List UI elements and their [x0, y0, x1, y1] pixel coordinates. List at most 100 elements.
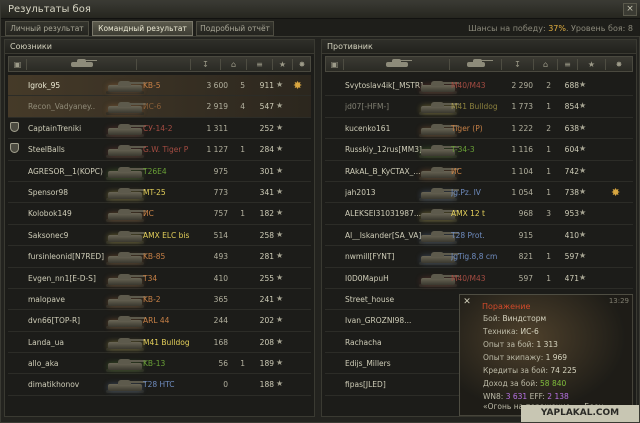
medal-icon: ✸: [611, 185, 621, 199]
table-row[interactable]: nwmill[FYNT] JgTig.8,8 cm 821 1 597 ★: [325, 246, 633, 268]
table-row[interactable]: Al__Iskander[SA_VA] T28 Prot. 915 410 ★: [325, 225, 633, 247]
player-name: fipas[JLED]: [345, 380, 386, 390]
platoon-icon: [10, 121, 20, 134]
damage-value: 168: [213, 337, 228, 347]
tank-name: G.W. Tiger P: [143, 145, 189, 155]
table-row[interactable]: Svytoslav4ik[_MSTR] M40/M43 2 290 2 688 ★: [325, 75, 633, 97]
sort-medal[interactable]: ✸: [293, 59, 311, 70]
damage-value: 56: [218, 359, 228, 369]
sort-platoon[interactable]: ▣: [326, 59, 344, 70]
xp-value: 410: [564, 230, 579, 240]
star-icon: ★: [579, 80, 587, 89]
xp-value: 953: [564, 209, 579, 219]
xp-value: 597: [564, 252, 579, 262]
table-row[interactable]: AGRESOR__1(KOPC) T26E4 975 301 ★: [8, 161, 311, 182]
sort-tank-name[interactable]: [450, 59, 502, 70]
table-row[interactable]: Kolobok149 ИС 757 1 182 ★: [8, 203, 311, 225]
allies-list: Igrok_95 KB-5 3 600 5 911 ★ ✸ Recon_Vadyaney.. И…: [8, 75, 311, 396]
sort-star[interactable]: ★: [273, 59, 293, 70]
table-row[interactable]: Spensor98 MT-25 773 341 ★: [8, 182, 311, 204]
star-icon: ★: [579, 272, 587, 282]
table-row[interactable]: I0D0MapuH M40/M43 597 1 471 ★: [325, 268, 633, 289]
enemies-title: Противник: [322, 40, 636, 54]
star-icon: ★: [276, 336, 284, 346]
tank-name: AMX ELC bis: [143, 230, 190, 240]
medal-icon: ✸: [298, 60, 306, 69]
tooltip-line: Опыт за бой: 1 313: [483, 340, 558, 349]
star-icon: ★: [579, 251, 587, 261]
sort-kills[interactable]: ⌂: [534, 59, 558, 70]
kills-value: 1: [240, 145, 245, 155]
sort-platoon[interactable]: ▣: [9, 59, 27, 70]
sort-medal[interactable]: ✸: [606, 59, 632, 70]
sort-star[interactable]: ★: [578, 59, 606, 70]
sort-tank[interactable]: [27, 59, 137, 70]
table-row[interactable]: Russkiy_12rus[MM3] T-34-3 1 116 1 604 ★: [325, 139, 633, 161]
table-row[interactable]: malopave KB-2 365 241 ★: [8, 289, 311, 311]
damage-value: 757: [213, 209, 228, 219]
table-row[interactable]: dimatikhonov T28 HTC 0 188 ★: [8, 374, 311, 396]
close-button[interactable]: ×: [623, 3, 637, 16]
damage-value: 915: [518, 230, 533, 240]
allies-column-header: ▣ ↧ ⌂ ≡ ★ ✸: [8, 56, 311, 72]
xp-value: 341: [259, 187, 274, 197]
table-row[interactable]: CaptainTreniki СУ-14-2 1 311 252 ★: [8, 118, 311, 140]
sort-tank-name[interactable]: [137, 59, 191, 70]
sort-kills[interactable]: ⌂: [221, 59, 247, 70]
kills-value: 1: [546, 145, 551, 155]
tab-detailed-report[interactable]: Подробный отчёт: [196, 21, 274, 36]
table-row[interactable]: fursinleonid[N7RED] KB-85 493 281 ★: [8, 246, 311, 268]
sort-damage[interactable]: ↧: [502, 59, 534, 70]
damage-value: 821: [518, 252, 533, 262]
tank-name: ИС-6: [143, 102, 162, 112]
table-row[interactable]: ALEKSEI31031987... AMX 12 t 968 3 953 ★: [325, 203, 633, 225]
damage-value: 2 290: [511, 81, 533, 90]
close-icon[interactable]: ✕: [462, 297, 472, 307]
battle-result: Поражение: [482, 302, 531, 311]
xp-icon: ≡: [256, 60, 263, 69]
damage-value: 1 773: [511, 102, 533, 112]
table-row[interactable]: jd07[-HFM-] M41 Bulldog 1 773 1 854 ★: [325, 96, 633, 118]
damage-value: 410: [213, 273, 228, 283]
star-icon: ★: [276, 293, 284, 303]
xp-value: 471: [564, 273, 579, 283]
damage-value: 244: [213, 316, 228, 326]
tab-personal-result[interactable]: Личный результат: [5, 21, 89, 36]
damage-value: 773: [213, 187, 228, 197]
table-row[interactable]: Saksonec9 AMX ELC bis 514 258 ★: [8, 225, 311, 247]
table-row[interactable]: RAkAL_B_KyCTAX_... ИС 1 104 1 742 ★: [325, 161, 633, 182]
tank-name: KB-2: [143, 294, 161, 304]
kills-icon: ⌂: [230, 60, 237, 69]
table-row[interactable]: kucenko161 Tiger (P) 1 222 2 638 ★: [325, 118, 633, 140]
star-icon: ★: [579, 144, 587, 154]
star-icon: ★: [276, 358, 284, 368]
tank-name: KB-5: [143, 81, 161, 90]
tank-name: ARL 44: [143, 316, 170, 326]
xp-value: 252: [259, 123, 274, 133]
damage-value: 968: [518, 209, 533, 219]
table-row[interactable]: Igrok_95 KB-5 3 600 5 911 ★ ✸: [8, 75, 311, 97]
table-row[interactable]: Landa_ua M41 Bulldog 168 208 ★: [8, 332, 311, 354]
tab-team-result[interactable]: Командный результат: [92, 21, 193, 36]
table-row[interactable]: allo_aka KB-13 56 1 189 ★: [8, 353, 311, 375]
title-bar[interactable]: Результаты боя ×: [1, 1, 640, 19]
table-row[interactable]: dvn66[TOP-R] ARL 44 244 202 ★: [8, 310, 311, 332]
sort-damage[interactable]: ↧: [191, 59, 221, 70]
tank-name: KB-85: [143, 252, 166, 262]
sort-tank[interactable]: [344, 59, 450, 70]
tank-name: M41 Bulldog: [143, 337, 190, 347]
damage-value: 1 127: [206, 145, 228, 155]
xp-value: 638: [564, 123, 579, 133]
table-row[interactable]: Recon_Vadyaney.. ИС-6 2 919 4 547 ★: [8, 96, 311, 118]
tank-icon: [385, 59, 412, 67]
table-row[interactable]: Evgen_nn1[E-D-S] T34 410 255 ★: [8, 268, 311, 289]
battle-tooltip: ✕ 13:29 Поражение Бой: Виндсторм Техника:…: [459, 294, 634, 417]
table-row[interactable]: jah2013 Jg.Pz. IV 1 054 1 738 ★ ✸: [325, 182, 633, 204]
damage-value: 2 919: [206, 102, 228, 112]
sort-xp[interactable]: ≡: [558, 59, 578, 70]
table-row[interactable]: SteelBalls G.W. Tiger P1 127 1 284 ★: [8, 139, 311, 161]
sort-xp[interactable]: ≡: [247, 59, 273, 70]
kills-value: 1: [240, 359, 245, 369]
tank-icon: [466, 59, 493, 67]
xp-value: 301: [259, 166, 274, 176]
